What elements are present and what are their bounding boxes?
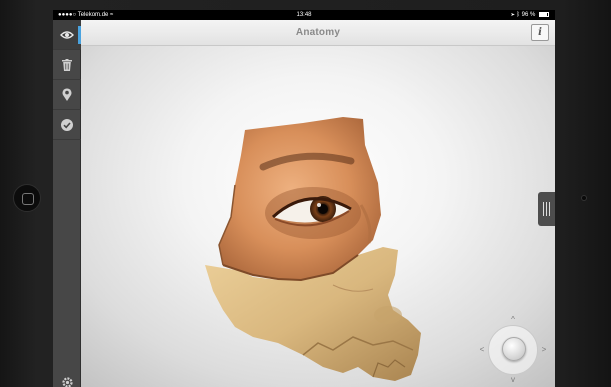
rotation-joystick[interactable]: ^ v < > (477, 315, 549, 385)
page-title: Anatomy (295, 27, 341, 38)
bluetooth-icon: ᛒ (516, 12, 520, 18)
battery-percent: 96 % (521, 12, 536, 18)
drawer-handle[interactable] (538, 192, 555, 226)
joystick-up-arrow[interactable]: ^ (508, 315, 518, 325)
battery-icon (539, 11, 549, 17)
status-bar: ●●●●○ Telekom.de ≈ 13:48 ➤ ᛒ 96 % (53, 10, 555, 20)
settings-button[interactable] (53, 371, 81, 387)
tablet-frame: ●●●●○ Telekom.de ≈ 13:48 ➤ ᛒ 96 % Anatom… (0, 0, 611, 387)
home-button[interactable] (13, 184, 41, 212)
sidebar-view-button[interactable] (53, 20, 81, 50)
sidebar-check-button[interactable] (53, 110, 81, 140)
app-screen: ●●●●○ Telekom.de ≈ 13:48 ➤ ᛒ 96 % Anatom… (53, 10, 555, 387)
joystick-right-arrow[interactable]: > (539, 345, 549, 355)
sidebar-delete-button[interactable] (53, 50, 81, 80)
skin-layer (218, 117, 381, 282)
trash-icon (62, 58, 72, 71)
status-time: 13:48 (296, 12, 312, 18)
front-camera (581, 195, 587, 201)
location-icon: ➤ (511, 12, 515, 18)
info-button[interactable]: i (531, 24, 549, 41)
joystick-left-arrow[interactable]: < (477, 345, 487, 355)
gear-icon (61, 376, 73, 387)
check-circle-icon (61, 118, 73, 131)
map-pin-icon (62, 88, 72, 101)
status-right: ➤ ᛒ 96 % (511, 10, 549, 20)
nav-bar: Anatomy i (81, 20, 555, 46)
joystick-knob[interactable] (502, 337, 526, 361)
skull-face-model[interactable] (183, 105, 443, 387)
tool-sidebar (53, 20, 81, 387)
eye-icon (60, 30, 74, 39)
sidebar-pin-button[interactable] (53, 80, 81, 110)
joystick-down-arrow[interactable]: v (508, 375, 518, 385)
